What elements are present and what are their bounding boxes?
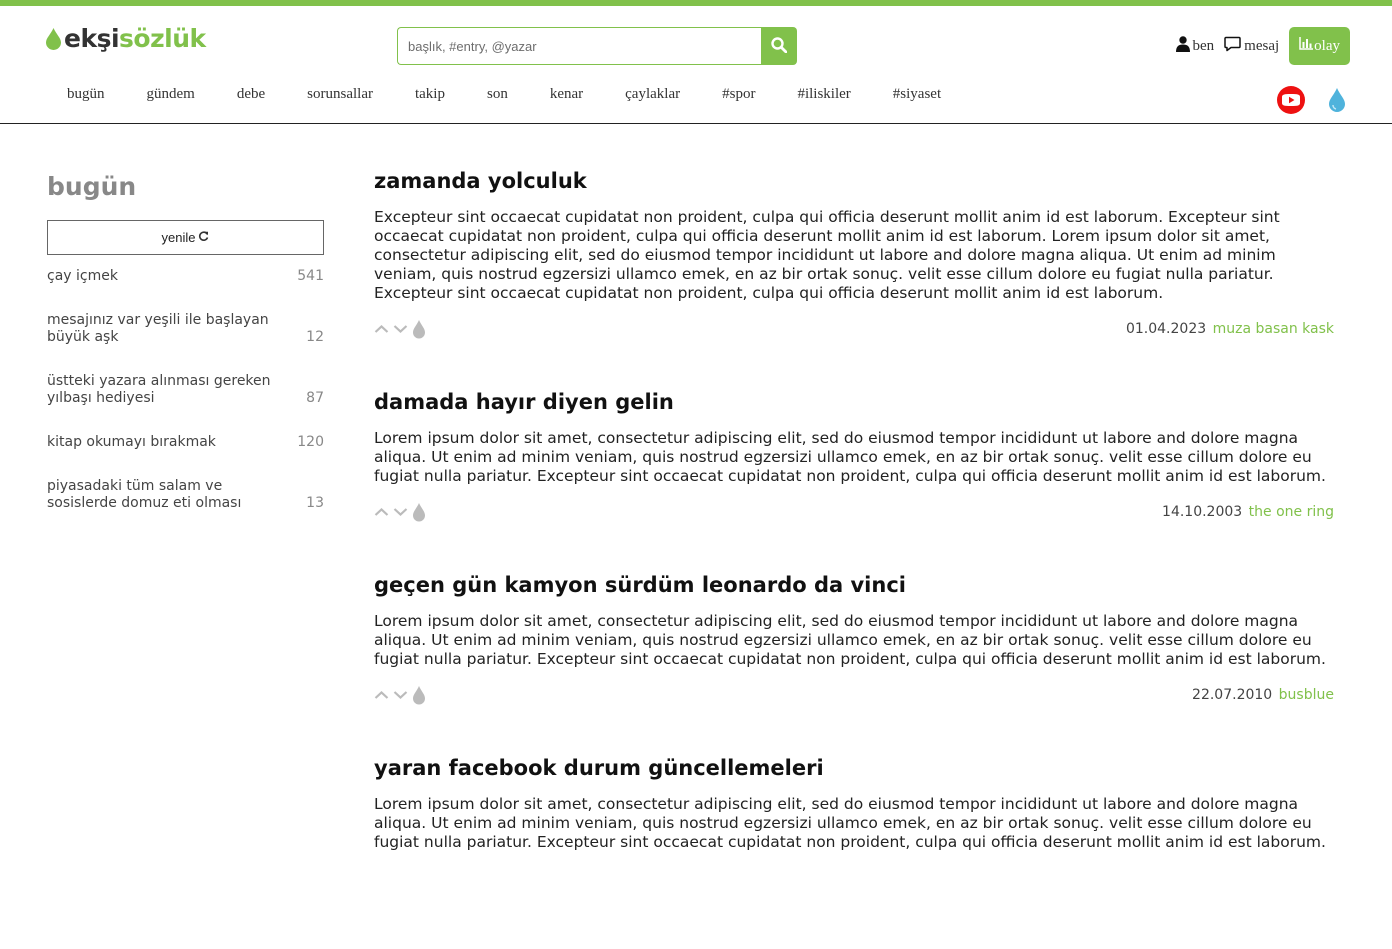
refresh-icon: [195, 230, 209, 245]
site-header: ekşisözlük ben mesaj olay: [0, 6, 1392, 124]
topic-count: 541: [297, 268, 324, 284]
chevron-down-icon[interactable]: [393, 690, 408, 700]
nav-item-iliskiler[interactable]: #iliskiler: [776, 85, 871, 103]
logo-text: ekşisözlük: [64, 26, 206, 52]
nav-item-caylaklar[interactable]: çaylaklar: [604, 85, 701, 103]
entry-title[interactable]: geçen gün kamyon sürdüm leonardo da vinc…: [374, 570, 1334, 600]
entry-title[interactable]: damada hayır diyen gelin: [374, 387, 1334, 417]
topic-count: 12: [306, 329, 324, 345]
bar-chart-icon: [1299, 37, 1314, 55]
entry-author[interactable]: the one ring: [1249, 504, 1334, 520]
entry-body: Lorem ipsum dolor sit amet, consectetur …: [374, 795, 1326, 851]
entry-title[interactable]: zamanda yolculuk: [374, 166, 1334, 196]
entry-date: 22.07.2010: [1192, 687, 1273, 703]
topic-count: 87: [306, 390, 324, 406]
messages-link-label: mesaj: [1244, 37, 1280, 54]
search-form: [397, 27, 797, 65]
list-item[interactable]: üstteki yazara alınması gereken yılbaşı …: [47, 373, 324, 407]
entry: zamanda yolculuk Excepteur sint occaecat…: [374, 166, 1334, 341]
vote-controls: [374, 502, 430, 522]
chevron-down-icon[interactable]: [393, 507, 408, 517]
list-item[interactable]: piyasadaki tüm salam ve sosislerde domuz…: [47, 478, 324, 512]
topic-title: mesajınız var yeşili ile başlayan büyük …: [47, 312, 269, 345]
youtube-icon[interactable]: [1276, 85, 1306, 119]
logo-text-b: sözlük: [119, 24, 206, 53]
drop-icon: [46, 28, 61, 50]
entry-meta: 14.10.2003 the one ring: [1162, 504, 1334, 520]
entry-meta: 01.04.2023 muza basan kask: [1126, 321, 1334, 337]
entry-title[interactable]: yaran facebook durum güncellemeleri: [374, 753, 1334, 783]
entry: geçen gün kamyon sürdüm leonardo da vinc…: [374, 570, 1334, 707]
nav-item-siyaset[interactable]: #siyaset: [872, 85, 962, 103]
chevron-up-icon[interactable]: [374, 690, 389, 700]
topic-title: kitap okumayı bırakmak: [47, 434, 216, 450]
entry: yaran facebook durum güncellemeleri Lore…: [374, 753, 1334, 852]
topic-count: 13: [306, 495, 324, 511]
nav-item-gundem[interactable]: gündem: [126, 85, 216, 103]
sidebar-title: bugün: [47, 172, 137, 201]
drop-icon[interactable]: [1328, 87, 1346, 117]
nav-item-debe[interactable]: debe: [216, 85, 286, 103]
entry-author[interactable]: muza basan kask: [1213, 321, 1334, 337]
nav-item-takip[interactable]: takip: [394, 85, 466, 103]
refresh-button[interactable]: yenile: [47, 220, 324, 255]
vote-controls: [374, 685, 430, 705]
entry-meta: 22.07.2010 busblue: [1192, 687, 1334, 703]
main-nav: bugün gündem debe sorunsallar takip son …: [46, 85, 962, 103]
search-input[interactable]: [397, 27, 761, 65]
topic-list: çay içmek 541 mesajınız var yeşili ile b…: [47, 268, 324, 512]
entry-feed: zamanda yolculuk Excepteur sint occaecat…: [374, 166, 1334, 898]
drop-icon[interactable]: [412, 502, 426, 522]
chevron-up-icon[interactable]: [374, 507, 389, 517]
entry-date: 01.04.2023: [1125, 321, 1207, 337]
refresh-button-label: yenile: [161, 230, 196, 245]
list-item[interactable]: kitap okumayı bırakmak 120: [47, 434, 324, 451]
entry-body: Lorem ipsum dolor sit amet, consectetur …: [374, 612, 1326, 668]
profile-link[interactable]: ben: [1175, 35, 1215, 57]
nav-icons: [1276, 85, 1346, 119]
events-button[interactable]: olay: [1289, 27, 1350, 65]
sidebar: bugün yenile çay içmek 541 mesajınız var…: [47, 170, 324, 539]
drop-icon[interactable]: [412, 685, 426, 705]
nav-item-spor[interactable]: #spor: [701, 85, 776, 103]
entry-body: Excepteur sint occaecat cupidatat non pr…: [374, 208, 1280, 302]
topic-title: üstteki yazara alınması gereken yılbaşı …: [47, 373, 271, 406]
entry-footer: 14.10.2003 the one ring: [374, 500, 1334, 524]
topic-title: piyasadaki tüm salam ve sosislerde domuz…: [47, 478, 242, 511]
nav-item-son[interactable]: son: [466, 85, 529, 103]
entry-date: 14.10.2003: [1162, 504, 1243, 520]
user-icon: [1175, 35, 1193, 57]
profile-link-label: ben: [1192, 37, 1215, 54]
drop-icon[interactable]: [412, 319, 426, 339]
entry-footer: 22.07.2010 busblue: [374, 683, 1334, 707]
list-item[interactable]: çay içmek 541: [47, 268, 324, 285]
entry-footer: 01.04.2023 muza basan kask: [374, 317, 1334, 341]
list-item[interactable]: mesajınız var yeşili ile başlayan büyük …: [47, 312, 324, 346]
user-nav: ben mesaj olay: [1175, 27, 1350, 65]
vote-controls: [374, 319, 430, 339]
search-icon: [771, 36, 788, 56]
entry: damada hayır diyen gelin Lorem ipsum dol…: [374, 387, 1334, 524]
search-button[interactable]: [761, 27, 797, 65]
entry-author[interactable]: busblue: [1279, 687, 1334, 703]
nav-item-kenar[interactable]: kenar: [529, 85, 604, 103]
nav-item-sorunsallar[interactable]: sorunsallar: [286, 85, 394, 103]
topic-count: 120: [297, 434, 324, 450]
chevron-down-icon[interactable]: [393, 324, 408, 334]
entry-body: Lorem ipsum dolor sit amet, consectetur …: [374, 429, 1326, 485]
events-button-label: olay: [1314, 37, 1340, 54]
messages-link[interactable]: mesaj: [1224, 36, 1279, 57]
nav-item-bugun[interactable]: bugün: [46, 85, 126, 103]
chevron-up-icon[interactable]: [374, 324, 389, 334]
site-logo[interactable]: ekşisözlük: [46, 26, 206, 52]
logo-text-a: ekşi: [64, 24, 120, 53]
message-icon: [1224, 36, 1244, 57]
topic-title: çay içmek: [47, 268, 118, 284]
